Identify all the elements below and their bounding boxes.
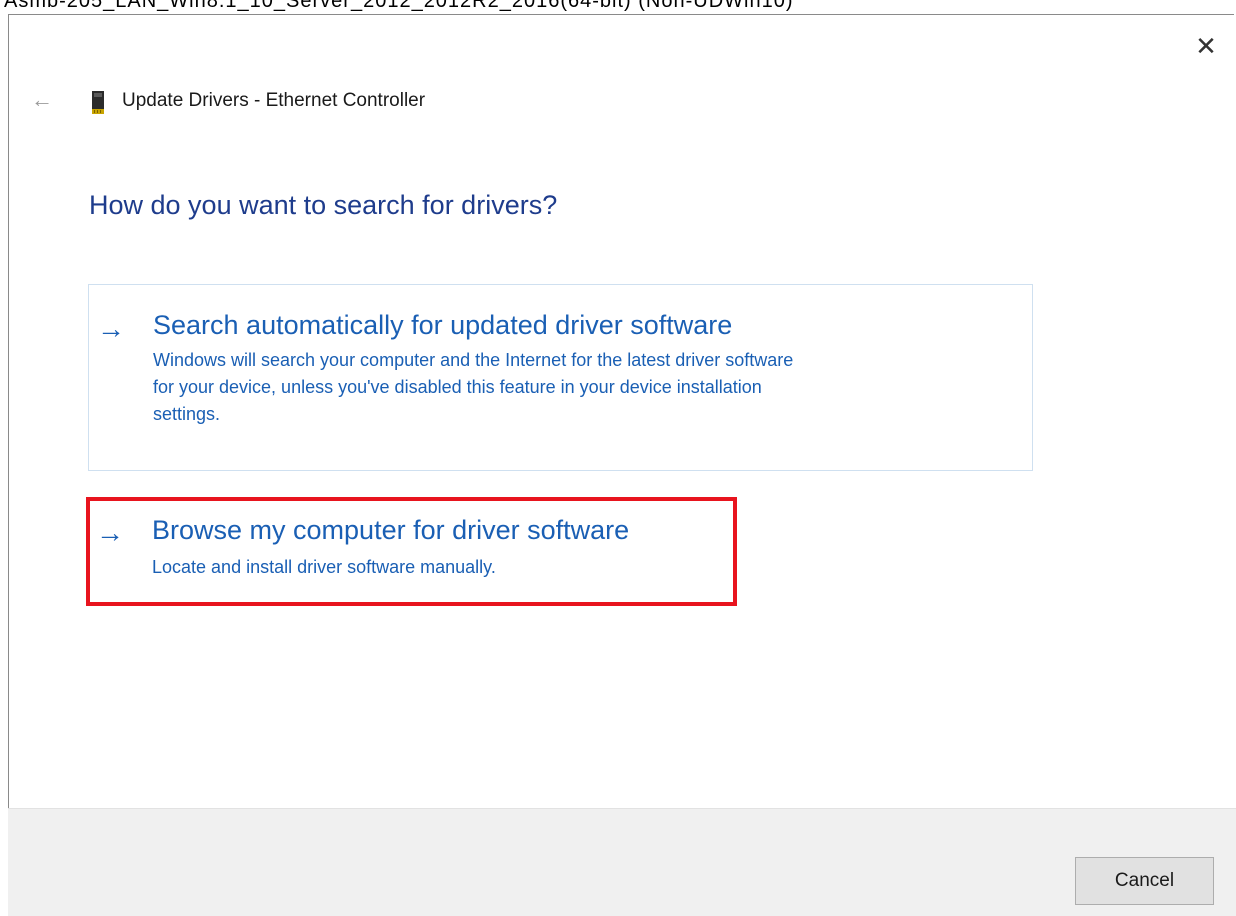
right-arrow-icon: → (96, 517, 124, 548)
right-arrow-icon: → (97, 313, 125, 344)
browse-my-computer-description: Locate and install driver software manua… (152, 554, 496, 581)
dialog-footer (8, 808, 1236, 916)
background-window-caption: Asmb-205_LAN_Win8.1_10_Server_2012_2012R… (0, 0, 1236, 14)
browse-my-computer-title: Browse my computer for driver software (152, 515, 630, 545)
close-icon: ✕ (1195, 31, 1217, 61)
description-line: settings. (153, 404, 221, 424)
search-automatically-description: Windows will search your computer and th… (153, 347, 793, 428)
search-automatically-option[interactable]: → Search automatically for updated drive… (88, 284, 1033, 471)
search-automatically-title: Search automatically for updated driver … (153, 310, 733, 340)
network-adapter-icon (92, 91, 104, 114)
back-button[interactable]: ← (30, 88, 54, 112)
background-window-caption-text: Asmb-205_LAN_Win8.1_10_Server_2012_2012R… (4, 0, 794, 12)
description-line: Windows will search your computer and th… (153, 350, 794, 370)
page-heading: How do you want to search for drivers? (89, 190, 558, 220)
browse-my-computer-option[interactable]: → Browse my computer for driver software… (86, 497, 737, 606)
dialog-title: Update Drivers - Ethernet Controller (122, 90, 426, 111)
description-line: for your device, unless you've disabled … (153, 377, 762, 397)
cancel-button[interactable]: Cancel (1075, 857, 1214, 905)
close-button[interactable]: ✕ (1188, 28, 1224, 64)
description-line: Locate and install driver software manua… (152, 557, 496, 577)
back-arrow-icon: ← (31, 87, 53, 112)
